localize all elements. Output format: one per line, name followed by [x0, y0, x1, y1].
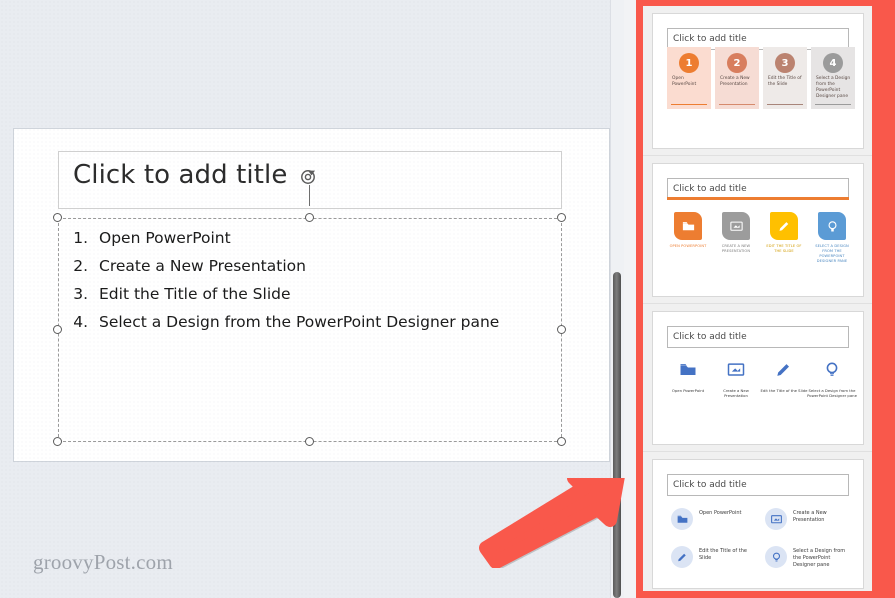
- card-caption: Open PowerPoint: [672, 76, 697, 87]
- folder-icon: [675, 357, 701, 383]
- folder-icon: [671, 508, 693, 530]
- tile-caption: Open PowerPoint: [669, 244, 707, 248]
- list-item: Edit the Title of the Slide: [93, 281, 561, 307]
- icon-caption: Create a New Presentation: [723, 388, 749, 399]
- vertical-scrollbar-thumb[interactable]: [613, 272, 621, 598]
- body-list[interactable]: Open PowerPoint Create a New Presentatio…: [59, 219, 561, 335]
- list-item: Open PowerPoint: [93, 225, 561, 251]
- rotate-handle-stem: [309, 185, 310, 206]
- list-item: Select a Design from the PowerPoint Desi…: [93, 309, 561, 335]
- presentation-icon: [722, 212, 750, 240]
- design-thumb-1[interactable]: Click to add title 1 Open PowerPoint 2 C…: [653, 14, 863, 148]
- rotate-icon: [301, 170, 315, 184]
- selection-handle-bottom-left[interactable]: [53, 437, 62, 446]
- card-caption: Create a New Presentation: [720, 76, 750, 87]
- folder-icon-glyph: [682, 221, 694, 230]
- pencil-icon-glyph: [677, 553, 686, 561]
- pencil-icon-glyph: [777, 364, 789, 376]
- lightbulb-icon-glyph: [772, 552, 780, 561]
- icon-caption: Open PowerPoint: [671, 388, 705, 393]
- designer-thumbnail-list[interactable]: Click to add title 1 Open PowerPoint 2 C…: [643, 6, 872, 591]
- design-idea-option-4[interactable]: Click to add title Open PowerPoint Creat…: [643, 452, 872, 591]
- card-rule: [671, 103, 707, 105]
- accent-bar: [667, 197, 849, 200]
- slide-canvas-area: Click to add title Open PowerPoint Creat…: [0, 0, 612, 598]
- card-caption: Select a Design from the PowerPoint Desi…: [816, 76, 851, 99]
- list-item: Create a New Presentation: [93, 253, 561, 279]
- pencil-icon: [771, 357, 797, 383]
- selection-handle-top-left[interactable]: [53, 213, 62, 222]
- numbered-card-4: 4 Select a Design from the PowerPoint De…: [811, 47, 855, 109]
- presentation-icon: [723, 357, 749, 383]
- selection-handle-bottom-right[interactable]: [557, 437, 566, 446]
- design-thumb-3[interactable]: Click to add title Open PowerPoint Creat…: [653, 312, 863, 444]
- card-number: 2: [727, 53, 747, 73]
- grid-item-caption: Select a Design from the PowerPoint Desi…: [793, 548, 846, 568]
- folder-icon: [674, 212, 702, 240]
- tile-caption: Create a New Presentation: [721, 244, 751, 253]
- design-thumb-4[interactable]: Click to add title Open PowerPoint Creat…: [653, 460, 863, 588]
- design-idea-option-2[interactable]: Click to add title OPEN POWERPOINT CREAT…: [643, 156, 872, 304]
- numbered-card-1: 1 Open PowerPoint: [667, 47, 711, 109]
- presentation-icon: [765, 508, 787, 530]
- design-idea-option-1[interactable]: Click to add title 1 Open PowerPoint 2 C…: [643, 6, 872, 156]
- folder-icon-glyph: [680, 364, 696, 375]
- presentation-icon-glyph: [727, 363, 745, 376]
- selection-handle-middle-right[interactable]: [557, 325, 566, 334]
- card-rule: [815, 103, 851, 105]
- selection-handle-middle-left[interactable]: [53, 325, 62, 334]
- tile-caption: Select a Design from the PowerPoint Desi…: [815, 244, 849, 263]
- selection-handle-bottom-center[interactable]: [305, 437, 314, 446]
- presentation-icon-glyph: [770, 514, 782, 523]
- tile-caption: Edit the Title of the Slide: [766, 244, 802, 253]
- grid-item-caption: Create a New Presentation: [793, 510, 827, 523]
- card-number: 3: [775, 53, 795, 73]
- card-number: 4: [823, 53, 843, 73]
- powerpoint-editor-screenshot: Click to add title Open PowerPoint Creat…: [0, 0, 895, 598]
- grid-item-caption: Open PowerPoint: [699, 510, 742, 516]
- presentation-icon-glyph: [729, 221, 743, 231]
- grid-item-caption: Edit the Title of the Slide: [699, 548, 747, 561]
- design-idea-option-3[interactable]: Click to add title Open PowerPoint Creat…: [643, 304, 872, 452]
- rotate-handle[interactable]: [299, 167, 319, 187]
- lightbulb-icon-glyph: [828, 220, 836, 231]
- pencil-icon: [770, 212, 798, 240]
- lightbulb-icon: [765, 546, 787, 568]
- mini-title-placeholder: Click to add title: [667, 326, 849, 348]
- numbered-card-2: 2 Create a New Presentation: [715, 47, 759, 109]
- design-thumb-2[interactable]: Click to add title OPEN POWERPOINT CREAT…: [653, 164, 863, 296]
- body-placeholder-box[interactable]: Open PowerPoint Create a New Presentatio…: [58, 218, 562, 442]
- pane-gap: [624, 0, 636, 598]
- icon-caption: Edit the Title of the Slide: [760, 388, 808, 393]
- selection-handle-top-right[interactable]: [557, 213, 566, 222]
- icon-caption: Select a Design from the PowerPoint Desi…: [807, 388, 857, 399]
- mini-title-placeholder: Click to add title: [667, 474, 849, 496]
- card-number: 1: [679, 53, 699, 73]
- selection-handle-top-center[interactable]: [305, 213, 314, 222]
- folder-icon-glyph: [677, 515, 687, 523]
- pencil-icon: [671, 546, 693, 568]
- card-rule: [767, 103, 803, 105]
- lightbulb-icon: [818, 212, 846, 240]
- lightbulb-icon-glyph: [826, 362, 838, 376]
- designer-pane: Click to add title 1 Open PowerPoint 2 C…: [636, 0, 895, 598]
- card-rule: [719, 103, 755, 105]
- title-placeholder-text: Click to add title: [73, 160, 288, 190]
- current-slide[interactable]: Click to add title Open PowerPoint Creat…: [14, 129, 609, 461]
- pencil-icon-glyph: [779, 221, 788, 231]
- lightbulb-icon: [819, 357, 845, 383]
- watermark: groovyPost.com: [33, 550, 173, 574]
- card-caption: Edit the Title of the Slide: [768, 76, 802, 87]
- numbered-card-3: 3 Edit the Title of the Slide: [763, 47, 807, 109]
